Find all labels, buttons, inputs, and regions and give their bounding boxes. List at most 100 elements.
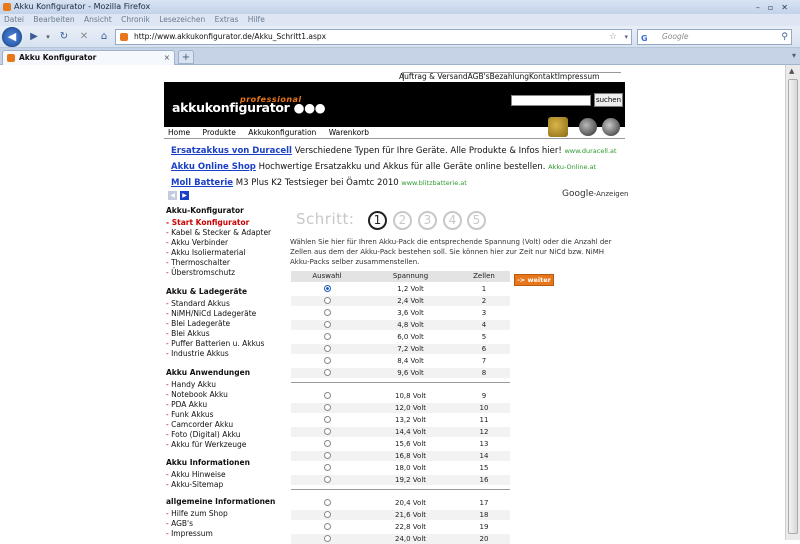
sidebar-link[interactable]: - NiMH/NiCd Ladegeräte — [166, 309, 256, 318]
voltage-radio[interactable] — [323, 523, 331, 530]
voltage-radio[interactable] — [323, 428, 331, 435]
cart-icon[interactable] — [602, 118, 620, 136]
sidebar-link[interactable]: - Blei Ladegeräte — [166, 319, 230, 328]
menu-chronik[interactable]: Chronik — [121, 15, 150, 24]
sidebar-link[interactable]: - Überstromschutz — [166, 268, 235, 277]
bookmark-star-icon[interactable]: ☆ — [609, 30, 617, 44]
voltage-radio[interactable] — [323, 535, 331, 542]
firefox-icon — [3, 3, 11, 11]
sidebar-link[interactable]: - Impressum — [166, 529, 213, 538]
voltage-radio[interactable] — [323, 369, 331, 376]
sidebar-link[interactable]: - Puffer Batterien u. Akkus — [166, 339, 264, 348]
voltage-radio[interactable] — [323, 440, 331, 447]
menu-lesezeichen[interactable]: Lesezeichen — [159, 15, 205, 24]
search-icon[interactable]: ⚲ — [781, 30, 788, 44]
stop-icon[interactable]: ✕ — [76, 29, 92, 45]
scrollbar-thumb[interactable] — [788, 79, 798, 534]
sidebar-link[interactable]: - Akku-Sitemap — [166, 480, 223, 489]
nav-akkukonfiguration[interactable]: Akkukonfiguration — [248, 128, 316, 137]
voltage-radio[interactable] — [323, 345, 331, 352]
voltage-radio[interactable] — [323, 404, 331, 411]
sidebar-link[interactable]: - Camcorder Akku — [166, 420, 233, 429]
voltage-radio[interactable] — [323, 464, 331, 471]
voltage-radio[interactable] — [323, 297, 331, 304]
window-controls[interactable]: –▫✕ — [756, 1, 796, 15]
sidebar-link[interactable]: - Akku für Werkzeuge — [166, 440, 246, 449]
voltage-value: 19,2 Volt — [394, 476, 427, 484]
voltage-radio[interactable] — [323, 452, 331, 459]
ad-prev-button[interactable]: ◀ — [168, 191, 177, 200]
ad-title[interactable]: Akku Online Shop — [171, 162, 256, 172]
reload-icon[interactable]: ↻ — [56, 29, 72, 45]
voltage-radio[interactable] — [323, 321, 331, 328]
weiter-button[interactable]: -> weiter — [514, 274, 554, 286]
search-bar[interactable]: G Google ⚲ — [637, 29, 792, 45]
sidebar-link[interactable]: - Industrie Akkus — [166, 349, 229, 358]
voltage-radio[interactable] — [323, 357, 331, 364]
voltage-radio[interactable] — [323, 416, 331, 423]
sidebar-link[interactable]: - Foto (Digital) Akku — [166, 430, 241, 439]
link-impressum[interactable]: Impressum — [558, 72, 600, 81]
ad-moll-batterie[interactable]: Moll Batterie M3 Plus K2 Testsieger bei … — [171, 178, 467, 188]
sidebar-link[interactable]: - Akku Isoliermaterial — [166, 248, 246, 257]
sidebar-link[interactable]: - Standard Akkus — [166, 299, 230, 308]
sidebar-link[interactable]: - Thermoschalter — [166, 258, 230, 267]
voltage-radio[interactable] — [323, 285, 331, 292]
sidebar-link[interactable]: - Akku Hinweise — [166, 470, 226, 479]
new-tab-button[interactable]: + — [178, 50, 194, 64]
sidebar-section-title: allgemeine Informationen — [166, 497, 276, 506]
sidebar-link[interactable]: - Hilfe zum Shop — [166, 509, 228, 518]
menu-hilfe[interactable]: Hilfe — [248, 15, 265, 24]
voltage-radio[interactable] — [323, 333, 331, 340]
sidebar-link[interactable]: - Blei Akkus — [166, 329, 210, 338]
sidebar-link[interactable]: - Notebook Akku — [166, 390, 228, 399]
ad-next-button[interactable]: ▶ — [180, 191, 189, 200]
google-search-engine-icon[interactable]: G — [641, 32, 648, 46]
battery-icon[interactable] — [548, 117, 568, 137]
tab-close-icon[interactable]: × — [164, 51, 170, 64]
voltage-radio[interactable] — [323, 392, 331, 399]
menu-ansicht[interactable]: Ansicht — [84, 15, 112, 24]
site-search-input[interactable] — [511, 95, 591, 106]
nav-home[interactable]: Home — [168, 128, 190, 137]
menu-bearbeiten[interactable]: Bearbeiten — [33, 15, 74, 24]
nav-warenkorb[interactable]: Warenkorb — [329, 128, 369, 137]
scroll-up-icon[interactable]: ▲ — [789, 67, 794, 75]
link-agbs[interactable]: AGB's — [468, 72, 490, 81]
link-bezahlung[interactable]: Bezahlung — [490, 72, 529, 81]
voltage-radio[interactable] — [323, 476, 331, 483]
history-dropdown-icon[interactable]: ▾ — [40, 29, 56, 45]
voltage-value: 22,8 Volt — [394, 523, 427, 531]
sidebar-link[interactable]: - Akku Verbinder — [166, 238, 228, 247]
link-auftrag-versand[interactable]: Auftrag & Versand — [399, 72, 468, 81]
voltage-radio[interactable] — [323, 499, 331, 506]
nav-produkte[interactable]: Produkte — [203, 128, 236, 137]
link-kontakt[interactable]: Kontakt — [529, 72, 558, 81]
tab-akku-konfigurator[interactable]: Akku Konfigurator × — [2, 50, 175, 65]
sidebar-link[interactable]: - Kabel & Stecker & Adapter — [166, 228, 271, 237]
voltage-value: 3,6 Volt — [397, 309, 424, 317]
google-ads-label[interactable]: Google-Anzeigen — [562, 189, 628, 199]
sidebar-link[interactable]: - AGB's — [166, 519, 193, 528]
site-search-button[interactable]: suchen — [594, 93, 623, 107]
home-icon[interactable]: ⌂ — [96, 29, 112, 45]
sidebar-link[interactable]: - Funk Akkus — [166, 410, 213, 419]
voltage-radio[interactable] — [323, 309, 331, 316]
tab-list-icon[interactable]: ▾ — [792, 51, 796, 60]
site-logo[interactable]: akkukonfigurator ●●● — [172, 100, 326, 115]
ad-title[interactable]: Moll Batterie — [171, 178, 233, 188]
url-dropdown-icon[interactable]: ▾ — [624, 30, 628, 44]
vertical-scrollbar[interactable]: ▲ — [785, 65, 800, 540]
sidebar-link[interactable]: - Start Konfigurator — [166, 218, 249, 227]
ad-title[interactable]: Ersatzakkus von Duracell — [171, 146, 292, 156]
ad-akku-online-shop[interactable]: Akku Online Shop Hochwertige Ersatzakku … — [171, 162, 596, 172]
url-bar[interactable]: http://www.akkukonfigurator.de/Akku_Schr… — [115, 29, 632, 45]
voltage-radio[interactable] — [323, 511, 331, 518]
sidebar-link[interactable]: - Handy Akku — [166, 380, 216, 389]
ad-duracell[interactable]: Ersatzakkus von Duracell Verschiedene Ty… — [171, 146, 617, 156]
back-button[interactable]: ◀ — [2, 27, 22, 47]
globe-icon[interactable] — [579, 118, 597, 136]
menu-datei[interactable]: Datei — [4, 15, 24, 24]
menu-extras[interactable]: Extras — [215, 15, 239, 24]
sidebar-link[interactable]: - PDA Akku — [166, 400, 207, 409]
